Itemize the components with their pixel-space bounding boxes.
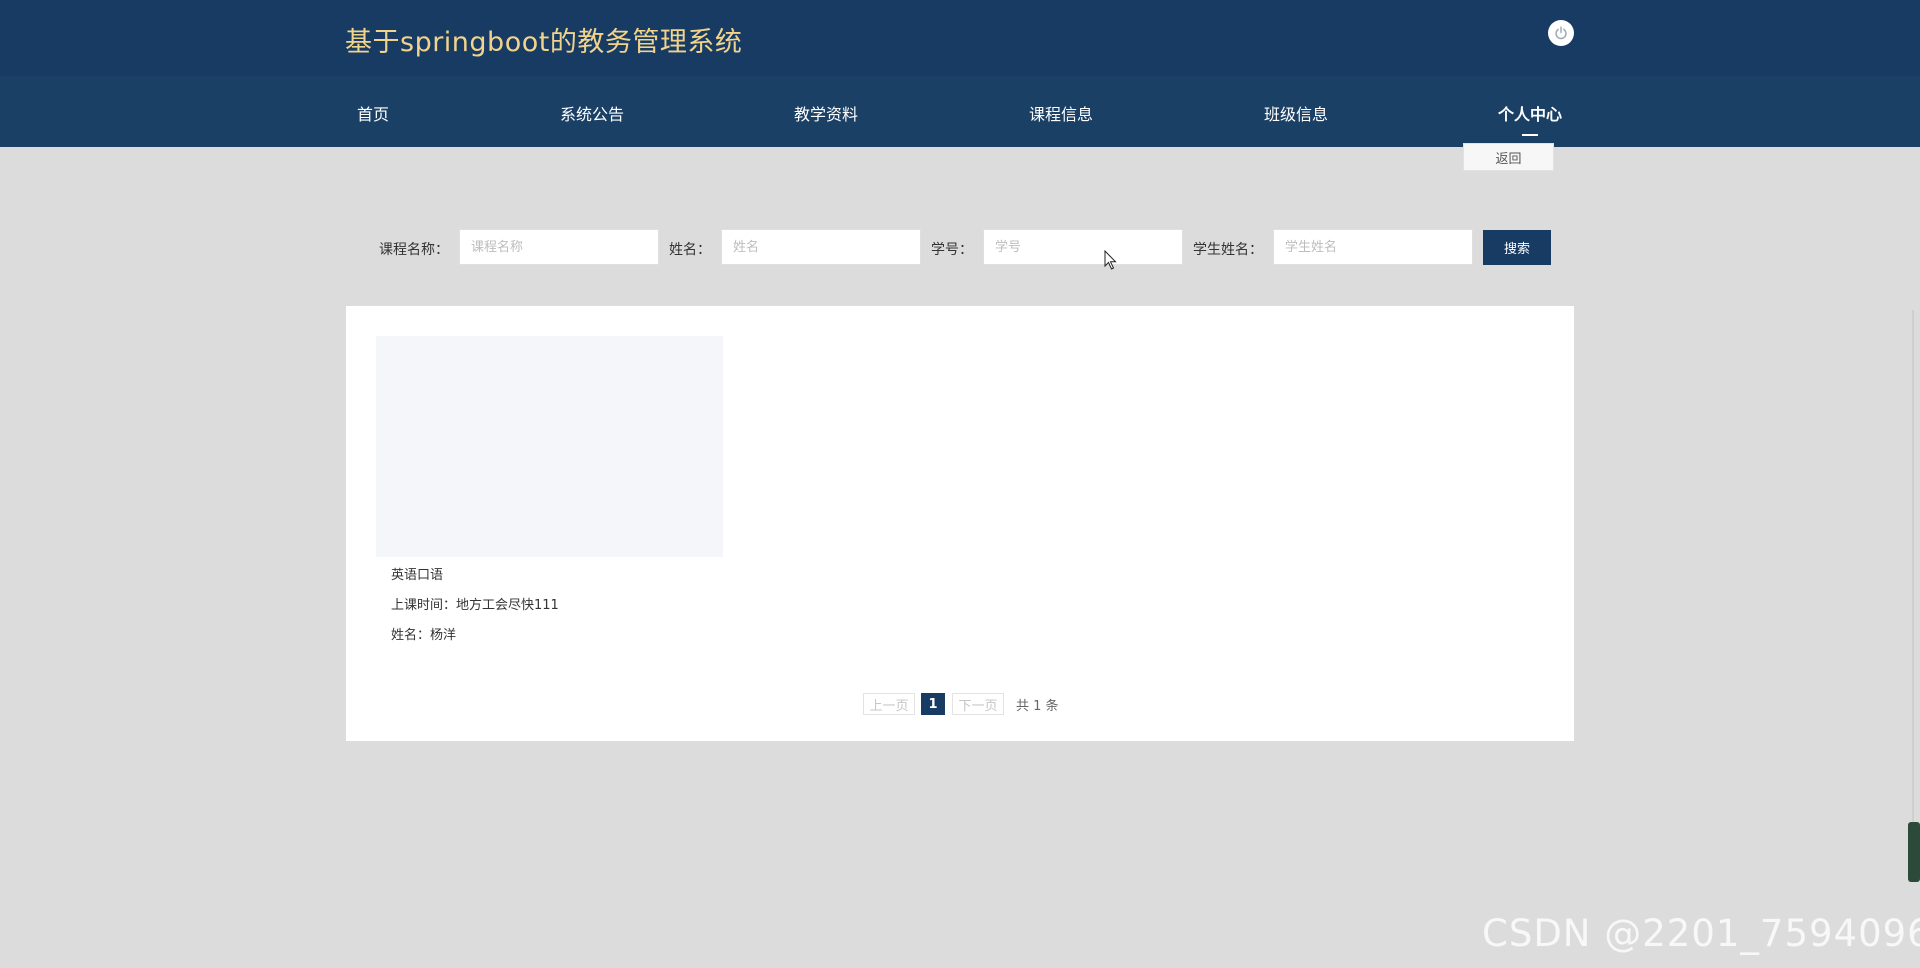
nav-item-home[interactable]: 首页 xyxy=(357,101,389,125)
power-button[interactable] xyxy=(1548,20,1574,46)
site-title: 基于springboot的教务管理系统 xyxy=(345,27,743,58)
header-bar: 基于springboot的教务管理系统 xyxy=(0,0,1920,76)
nav-item-personal-center[interactable]: 个人中心 xyxy=(1498,101,1562,125)
course-card-teacher: 姓名：杨洋 xyxy=(391,628,457,643)
student-id-label: 学号： xyxy=(931,242,973,258)
search-button[interactable]: 搜索 xyxy=(1483,230,1551,265)
course-name-input[interactable] xyxy=(459,229,659,265)
scrollbar-track[interactable] xyxy=(1912,310,1914,830)
nav-item-class-info[interactable]: 班级信息 xyxy=(1264,101,1328,125)
power-icon xyxy=(1555,26,1567,40)
name-input[interactable] xyxy=(721,229,921,265)
pager-prev-button[interactable]: 上一页 xyxy=(863,693,915,715)
student-id-input[interactable] xyxy=(983,229,1183,265)
course-card-image[interactable] xyxy=(376,336,723,557)
scrollbar-thumb[interactable] xyxy=(1908,822,1920,882)
nav-item-announcements[interactable]: 系统公告 xyxy=(560,101,624,125)
pager-current-page[interactable]: 1 xyxy=(921,693,945,715)
course-card-name[interactable]: 英语口语 xyxy=(391,564,443,583)
watermark: CSDN @2201_75940964 xyxy=(1482,912,1920,955)
course-card-time: 上课时间：地方工会尽快111 xyxy=(391,598,559,613)
nav-item-teaching-materials[interactable]: 教学资料 xyxy=(794,101,858,125)
nav-item-course-info[interactable]: 课程信息 xyxy=(1029,101,1093,125)
student-name-label: 学生姓名： xyxy=(1193,242,1263,258)
course-name-label: 课程名称： xyxy=(379,242,449,258)
content-panel: 英语口语 上课时间：地方工会尽快111 姓名：杨洋 上一页 1 下一页 共 1 … xyxy=(346,306,1574,741)
main-nav: 首页 系统公告 教学资料 课程信息 班级信息 个人中心 xyxy=(0,76,1920,147)
pager-next-button[interactable]: 下一页 xyxy=(952,693,1004,715)
pager-total: 共 1 条 xyxy=(1016,699,1059,714)
mouse-cursor-icon xyxy=(1104,250,1117,270)
student-name-input[interactable] xyxy=(1273,229,1473,265)
nav-active-indicator xyxy=(1522,134,1538,136)
name-label: 姓名： xyxy=(669,242,711,258)
back-button[interactable]: 返回 xyxy=(1463,143,1554,171)
